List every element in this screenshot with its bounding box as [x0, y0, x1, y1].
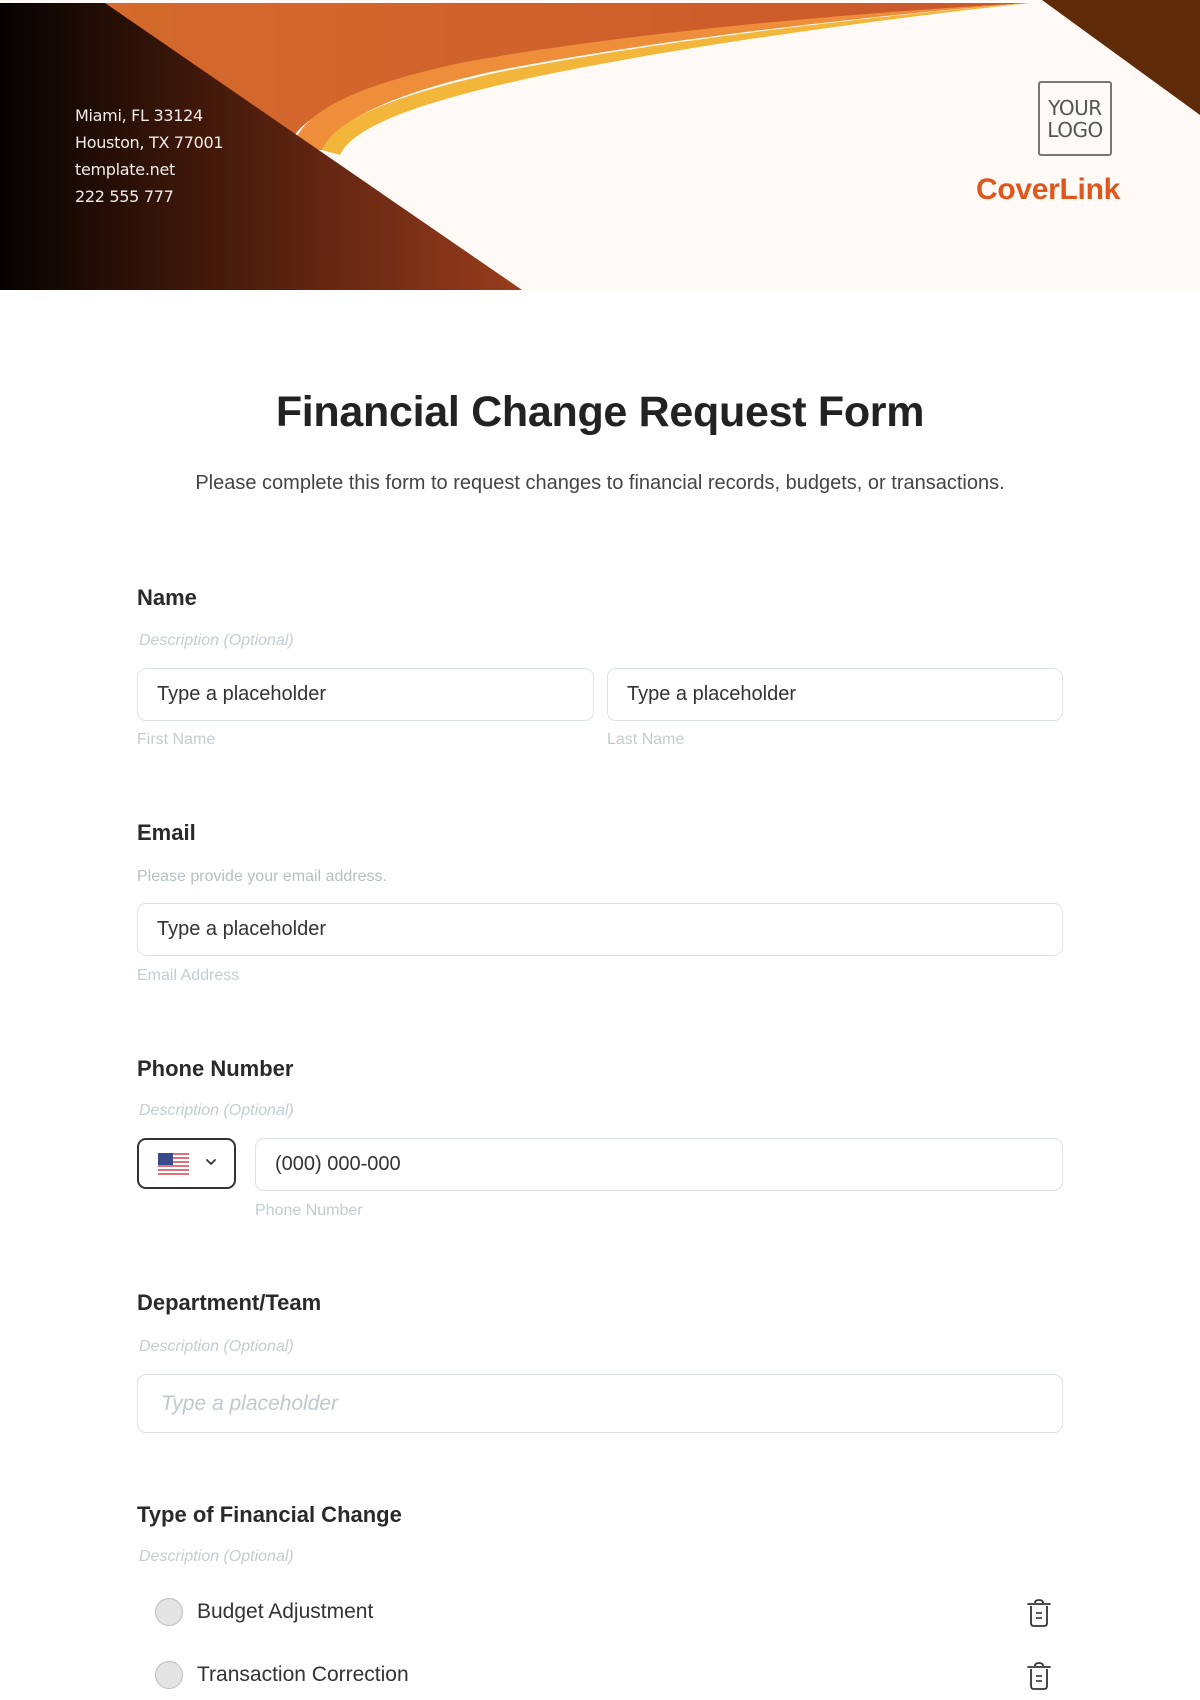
last-name-sublabel: Last Name [607, 731, 685, 748]
change-type-description[interactable]: Description (Optional) [139, 1548, 294, 1566]
department-label: Department/Team [137, 1290, 322, 1315]
logo-text-line2: LOGO [1047, 117, 1103, 142]
address-line: Miami, FL 33124 [75, 106, 203, 125]
email-input[interactable]: Type a placeholder [137, 903, 1063, 956]
logo-placeholder: YOUR LOGO [1038, 81, 1112, 156]
website-text: template.net [75, 160, 175, 179]
department-placeholder: Type a placeholder [161, 1391, 339, 1415]
radio-button[interactable] [155, 1598, 183, 1626]
first-name-sublabel: First Name [137, 731, 216, 748]
trash-icon[interactable] [1026, 1598, 1052, 1628]
email-description[interactable]: Please provide your email address. [137, 868, 387, 886]
phone-text: 222 555 777 [75, 187, 174, 206]
option-label: Transaction Correction [197, 1663, 409, 1686]
trash-icon[interactable] [1026, 1661, 1052, 1691]
phone-input[interactable]: (000) 000-000 [255, 1138, 1063, 1191]
first-name-input[interactable]: Type a placeholder [137, 668, 594, 721]
us-flag-icon [158, 1153, 189, 1177]
option-transaction-correction[interactable]: Transaction Correction [155, 1659, 1065, 1693]
change-type-label: Type of Financial Change [137, 1502, 402, 1527]
form-subtitle: Please complete this form to request cha… [195, 472, 1005, 494]
last-name-placeholder: Type a placeholder [627, 683, 797, 705]
department-description[interactable]: Description (Optional) [139, 1338, 294, 1356]
logo-text-line1: YOUR [1048, 95, 1102, 120]
form-title: Financial Change Request Form [275, 388, 925, 436]
phone-sublabel: Phone Number [255, 1202, 363, 1219]
option-label: Budget Adjustment [197, 1600, 374, 1623]
phone-description[interactable]: Description (Optional) [139, 1102, 294, 1120]
email-label: Email [137, 820, 196, 845]
phone-label: Phone Number [137, 1056, 294, 1081]
country-code-select[interactable] [137, 1138, 236, 1189]
address-line: Houston, TX 77001 [75, 133, 224, 152]
logo-text: YOUR LOGO [1047, 95, 1103, 142]
email-sublabel: Email Address [137, 967, 240, 984]
phone-placeholder: (000) 000-000 [275, 1153, 401, 1175]
first-name-placeholder: Type a placeholder [157, 683, 327, 705]
last-name-input[interactable]: Type a placeholder [607, 668, 1063, 721]
email-placeholder: Type a placeholder [157, 918, 327, 940]
name-description[interactable]: Description (Optional) [139, 632, 294, 650]
radio-button[interactable] [155, 1661, 183, 1689]
chevron-down-icon [206, 1159, 216, 1165]
company-address: Miami, FL 33124 Houston, TX 77001 templa… [75, 102, 224, 210]
header-banner: Miami, FL 33124 Houston, TX 77001 templa… [0, 0, 1200, 290]
brand-name: CoverLink [976, 173, 1121, 206]
name-label: Name [137, 585, 197, 610]
option-budget-adjustment[interactable]: Budget Adjustment [155, 1596, 1065, 1630]
department-input[interactable]: Type a placeholder [137, 1374, 1063, 1433]
